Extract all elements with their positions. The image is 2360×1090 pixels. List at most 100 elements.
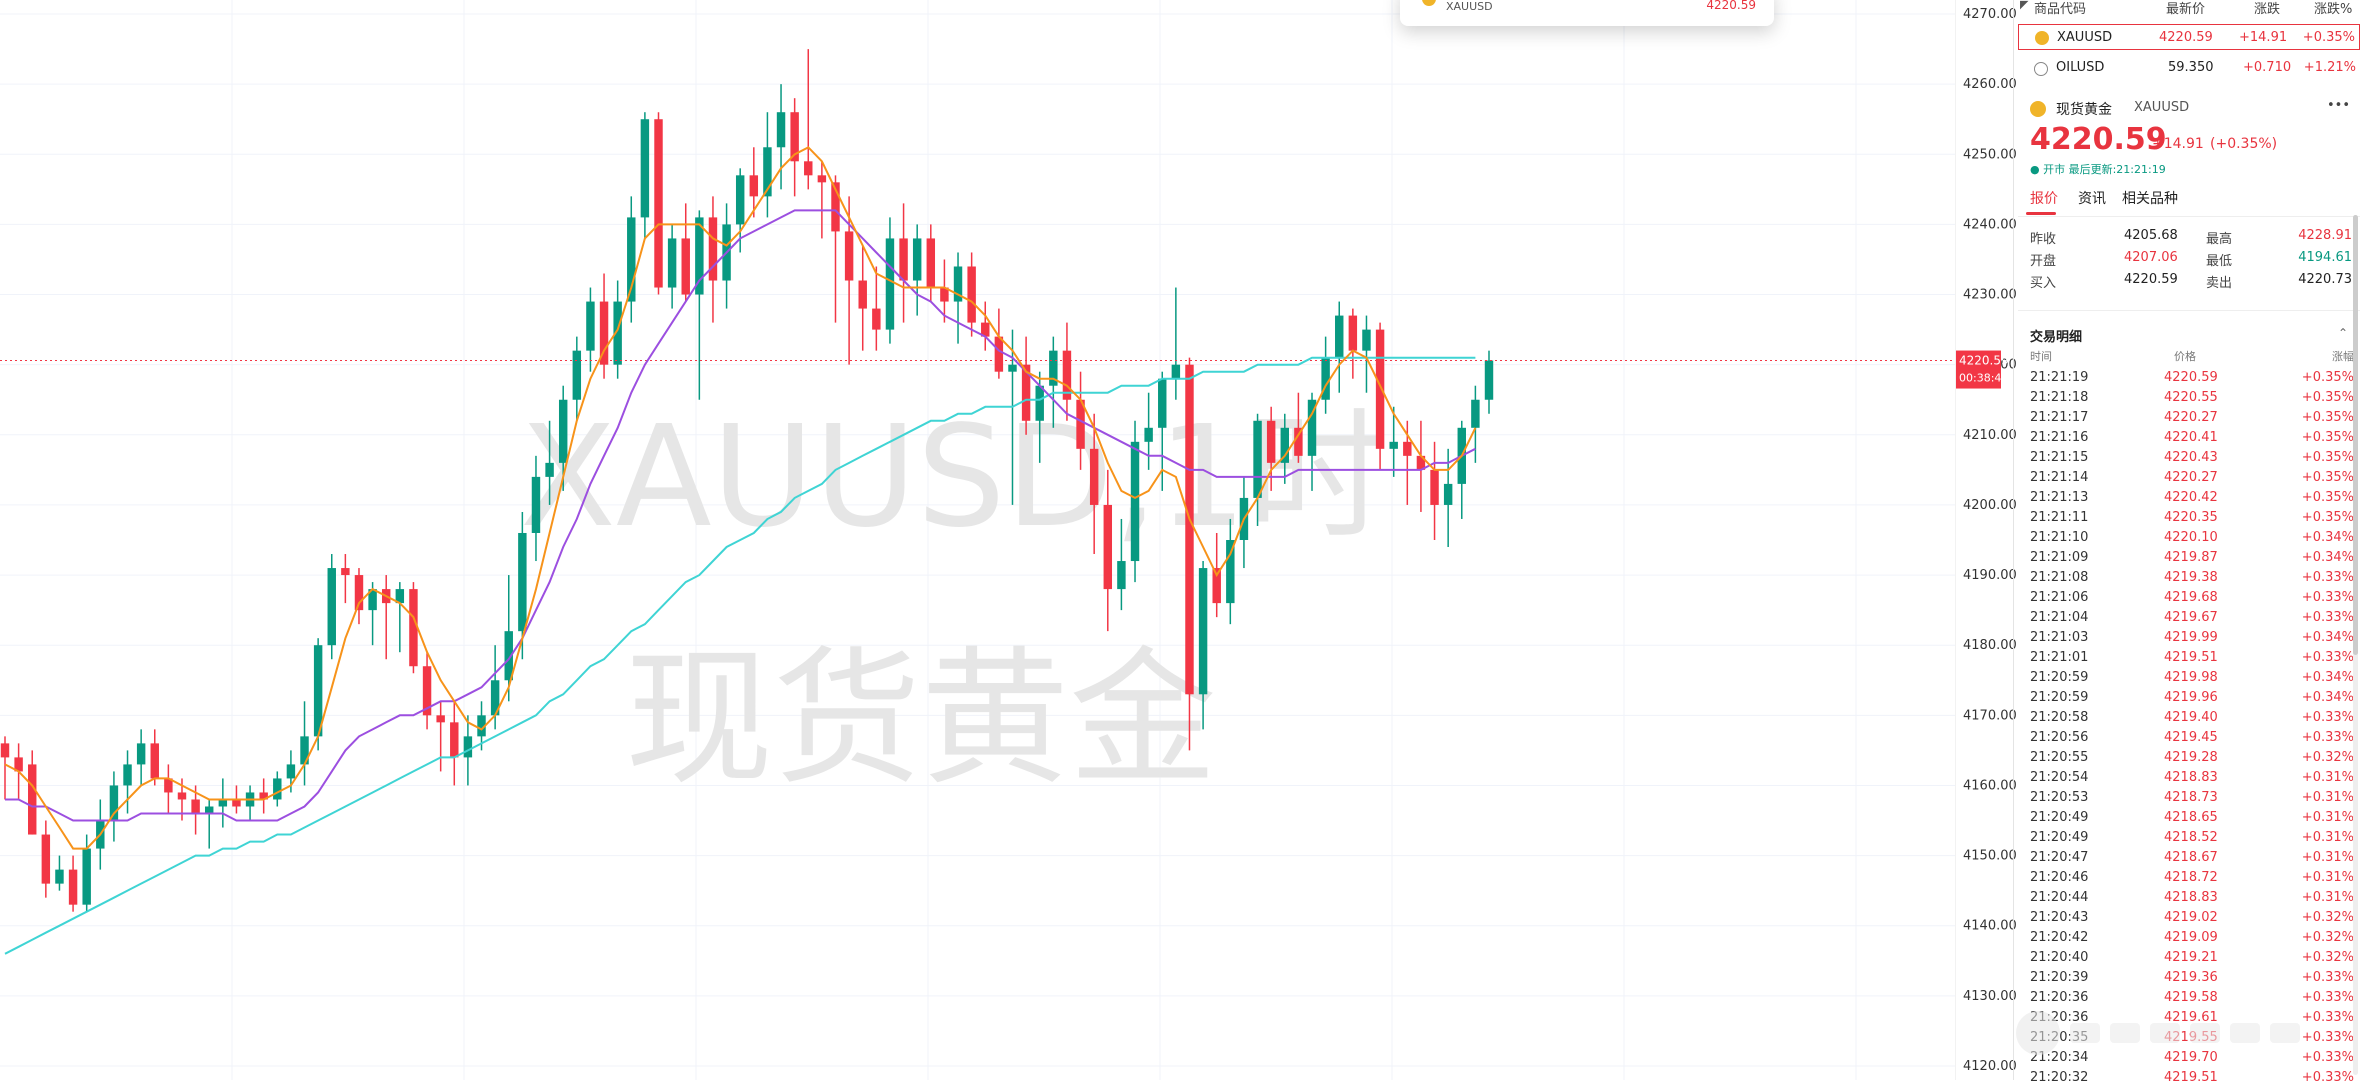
trade-price: 4219.68: [2164, 590, 2218, 605]
trade-time: 21:20:32: [2030, 1070, 2089, 1085]
compare-popup[interactable]: XAUUSD 4220.59: [1400, 0, 1774, 26]
quote-stats: 昨收 4205.68 最高 4228.91 开盘 4207.06 最低 4194…: [2018, 228, 2360, 298]
watchlist-row-oilusd[interactable]: OILUSD 59.350 +0.710 +1.21%: [2018, 55, 2360, 81]
trade-row: 21:20:42 4219.09 +0.32%: [2018, 930, 2360, 950]
price-axis-tick: 4140.00: [1963, 919, 2017, 934]
trade-row: 21:20:54 4218.83 +0.31%: [2018, 770, 2360, 790]
trade-row: 21:21:19 4220.59 +0.35%: [2018, 370, 2360, 390]
trade-change: +0.34%: [2301, 530, 2354, 545]
popup-symbol: XAUUSD: [1446, 0, 1493, 13]
candle-body: [341, 568, 350, 576]
price-tag-countdown: 00:38:40: [1959, 372, 2008, 385]
header-change: 涨跌: [2254, 2, 2281, 17]
scrollbar-thumb[interactable]: [2353, 215, 2358, 655]
price-axis-tick: 4260.00: [1963, 77, 2017, 92]
trade-price: 4219.09: [2164, 930, 2218, 945]
candle-body: [844, 231, 854, 281]
tab-related[interactable]: 相关品种: [2122, 188, 2178, 208]
trade-time: 21:21:15: [2030, 450, 2089, 465]
trade-price: 4218.65: [2164, 810, 2218, 825]
candle-body: [518, 532, 527, 632]
candle-body: [558, 399, 568, 463]
header-symbol: 商品代码: [2034, 2, 2087, 17]
wl-symbol: OILUSD: [2056, 60, 2105, 75]
col-pct: 涨幅: [2332, 350, 2354, 363]
symbol-detail-header: 现货黄金 XAUUSD •••: [2018, 98, 2360, 120]
trade-time: 21:20:56: [2030, 730, 2089, 745]
stat-ask: 4220.73: [2298, 272, 2352, 287]
trade-time: 21:21:17: [2030, 410, 2089, 425]
tab-active-indicator: [2026, 212, 2056, 215]
trade-row: 21:20:56 4219.45 +0.33%: [2018, 730, 2360, 750]
trade-price: 4219.45: [2164, 730, 2218, 745]
stat-ask-label: 卖出: [2206, 276, 2233, 291]
price-axis-tick: 4160.00: [1963, 778, 2017, 793]
trade-price: 4219.28: [2164, 750, 2218, 765]
trade-row: 21:21:11 4220.35 +0.35%: [2018, 510, 2360, 530]
market-status: ● 开市 最后更新:21:21:19: [2018, 161, 2360, 177]
chart-area[interactable]: XAUUSD,1时 现货黄金 XAUUSD 4220.59: [0, 0, 1955, 1080]
candle-body: [1471, 399, 1480, 428]
candle-body: [136, 743, 146, 765]
trade-time: 21:20:58: [2030, 710, 2089, 725]
trade-change: +0.32%: [2301, 930, 2354, 945]
price-tag-value: 4220.59: [1959, 354, 2009, 368]
trade-row: 21:21:14 4220.27 +0.35%: [2018, 470, 2360, 490]
trade-time: 21:21:16: [2030, 430, 2089, 445]
candle-body: [967, 266, 976, 323]
price-axis-tick: 4190.00: [1963, 568, 2017, 583]
candle-body: [531, 476, 541, 533]
candle-body: [1335, 315, 1344, 358]
tab-news[interactable]: 资讯: [2078, 188, 2106, 208]
collapse-icon[interactable]: ◤: [2020, 0, 2028, 11]
candle-body: [858, 280, 867, 309]
collapse-caret-icon[interactable]: ⌃: [2338, 326, 2348, 340]
candle-body: [41, 834, 51, 884]
trade-price: 4219.98: [2164, 670, 2218, 685]
trade-change: +0.35%: [2301, 370, 2354, 385]
trade-change: +0.31%: [2301, 790, 2354, 805]
trade-price: 4219.99: [2164, 630, 2218, 645]
trade-time: 21:20:53: [2030, 790, 2089, 805]
trade-row: 21:20:44 4218.83 +0.31%: [2018, 890, 2360, 910]
trade-row: 21:21:15 4220.43 +0.35%: [2018, 450, 2360, 470]
watchlist-row-xauusd[interactable]: XAUUSD 4220.59 +14.91 +0.35%: [2018, 24, 2360, 50]
trade-change: +0.31%: [2301, 830, 2354, 845]
candle-body: [123, 764, 132, 786]
trade-time: 21:21:09: [2030, 550, 2089, 565]
stat-open-label: 开盘: [2030, 254, 2057, 269]
candle-body: [28, 764, 37, 835]
candle-body: [1226, 540, 1235, 604]
candle-body: [654, 119, 663, 288]
candle-body: [1362, 329, 1371, 351]
candle-body: [1253, 420, 1262, 498]
candle-body: [1117, 561, 1126, 590]
trade-change: +0.35%: [2301, 450, 2354, 465]
trade-row: 21:21:13 4220.42 +0.35%: [2018, 490, 2360, 510]
candle-body: [872, 308, 881, 330]
trade-price: 4219.96: [2164, 690, 2218, 705]
trade-price: 4220.42: [2164, 490, 2218, 505]
trade-change: +0.35%: [2301, 390, 2354, 405]
price-chart[interactable]: XAUUSD,1时 现货黄金: [0, 0, 1955, 1080]
trade-time: 21:20:47: [2030, 850, 2089, 865]
stat-high-label: 最高: [2206, 232, 2233, 247]
candle-body: [885, 238, 895, 330]
trade-row: 21:21:04 4219.67 +0.33%: [2018, 610, 2360, 630]
candle-body: [817, 175, 827, 183]
stat-bid-label: 买入: [2030, 276, 2057, 291]
tab-quote[interactable]: 报价: [2030, 188, 2058, 208]
price-axis-tick: 4170.00: [1963, 708, 2017, 723]
candle-body: [450, 722, 459, 758]
trade-time: 21:20:59: [2030, 690, 2089, 705]
trade-price: 4219.40: [2164, 710, 2218, 725]
trade-time: 21:21:18: [2030, 390, 2089, 405]
candle-body: [204, 806, 214, 814]
trade-row: 21:21:18 4220.55 +0.35%: [2018, 390, 2360, 410]
trade-price: 4218.72: [2164, 870, 2218, 885]
more-options-icon[interactable]: •••: [2327, 98, 2350, 113]
trade-change: +0.35%: [2301, 490, 2354, 505]
candle-body: [82, 848, 91, 905]
detail-name: 现货黄金: [2056, 102, 2112, 118]
candle-body: [1266, 420, 1276, 463]
